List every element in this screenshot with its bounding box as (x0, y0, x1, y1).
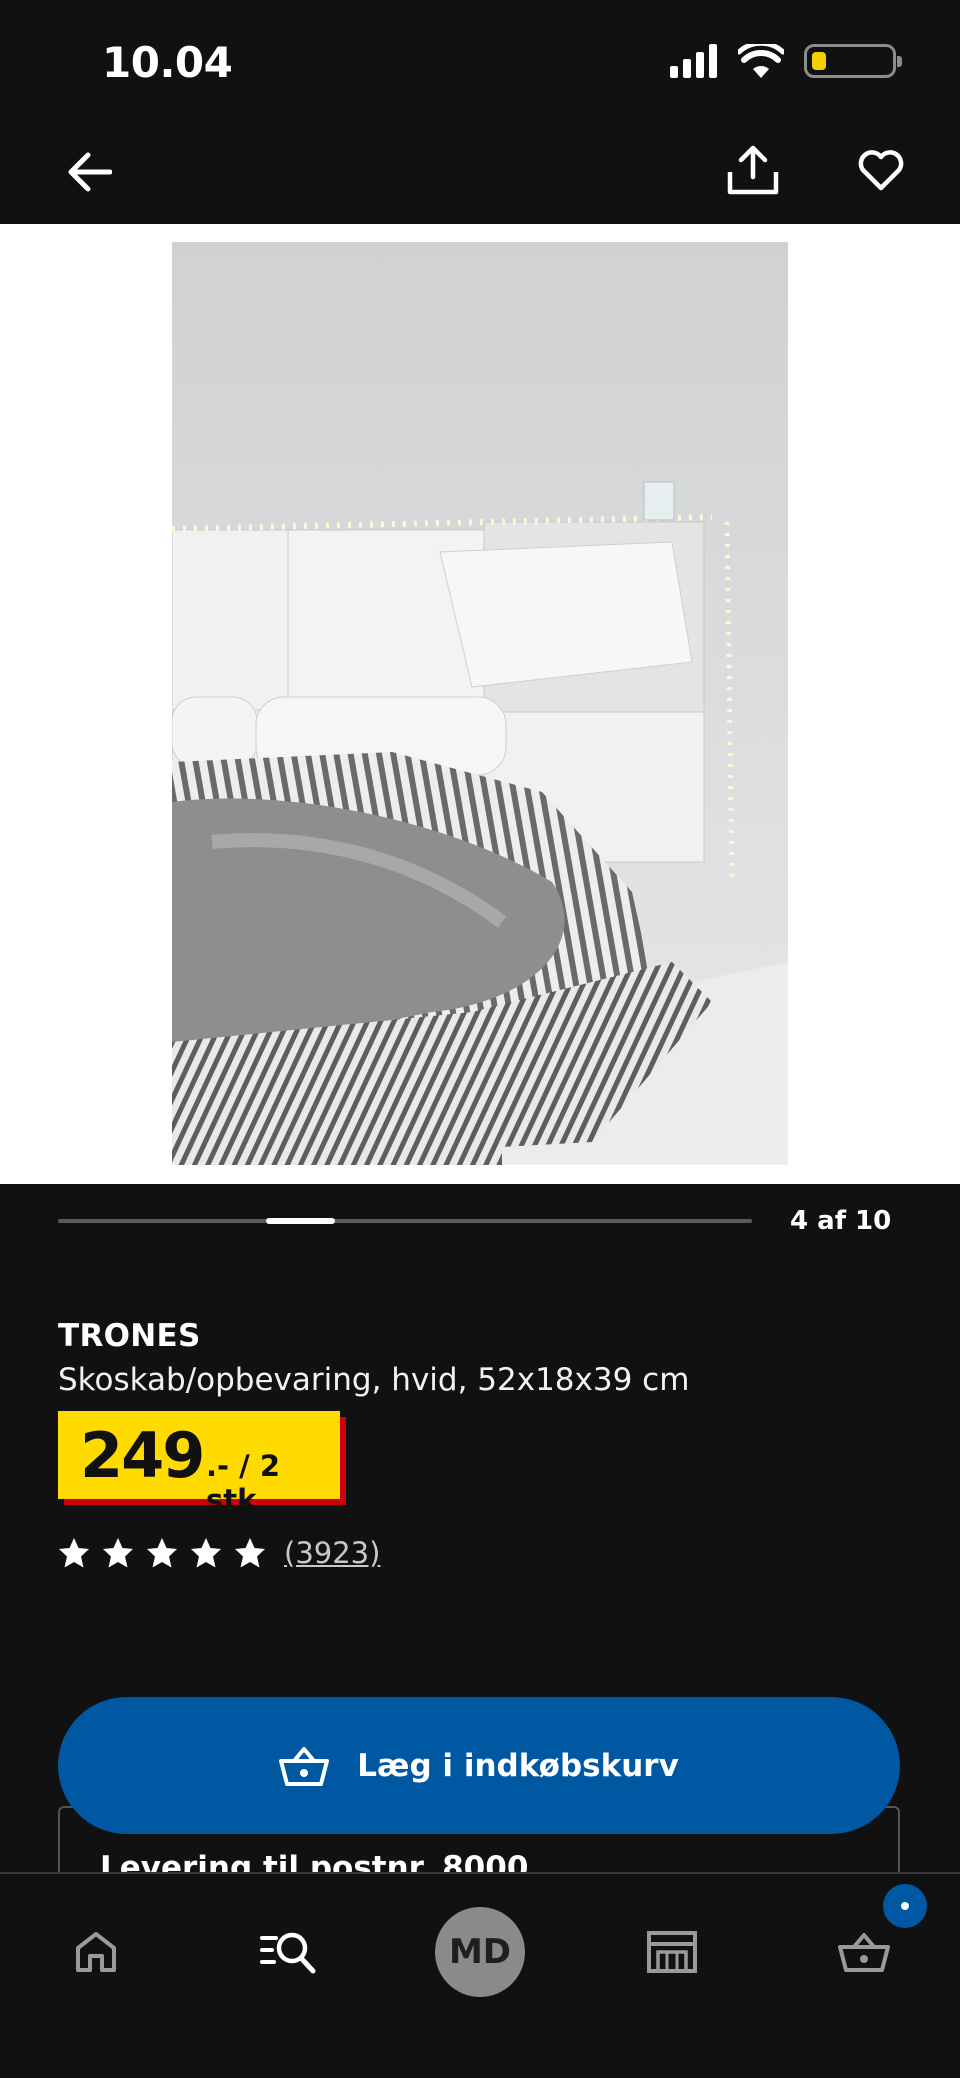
back-arrow-icon (68, 152, 112, 192)
cart-badge (880, 1881, 930, 1931)
review-count-link[interactable]: (3923) (284, 1536, 380, 1570)
product-name: TRONES (58, 1318, 201, 1354)
status-icons (670, 44, 902, 78)
star-icon (235, 1538, 265, 1568)
cart-icon (838, 1933, 890, 1972)
product-image[interactable] (172, 242, 788, 1165)
battery-icon (804, 44, 902, 78)
tab-stores[interactable] (622, 1902, 722, 2002)
wifi-icon (738, 44, 784, 78)
image-carousel-indicator: 4 af 10 (0, 1184, 960, 1264)
star-icon (191, 1538, 221, 1568)
tab-home[interactable] (46, 1902, 146, 2002)
share-icon (727, 145, 779, 195)
back-button[interactable] (62, 144, 118, 200)
favorite-button[interactable] (852, 140, 910, 200)
price-value: 249 (80, 1419, 205, 1492)
price-tag: 249 .- / 2 stk (58, 1411, 340, 1517)
bedroom-photo (172, 242, 788, 1165)
star-icon (147, 1538, 177, 1568)
home-icon (76, 1932, 116, 1972)
product-description: Skoskab/opbevaring, hvid, 52x18x39 cm (58, 1362, 690, 1398)
star-icon (103, 1538, 133, 1568)
product-image-area (0, 224, 960, 1184)
carousel-track[interactable] (58, 1218, 752, 1224)
signal-icon (670, 44, 717, 78)
image-counter: 4 af 10 (790, 1206, 892, 1236)
status-bar: 10.04 (0, 0, 960, 120)
price-suffix: .- / 2 stk (206, 1449, 281, 1517)
store-icon (647, 1931, 697, 1973)
carousel-thumb[interactable] (266, 1218, 335, 1224)
status-time: 10.04 (102, 38, 233, 87)
bottom-tab-bar: MD (0, 1872, 960, 2078)
product-rating[interactable]: (3923) (58, 1536, 380, 1570)
add-to-cart-label: Læg i indkøbskurv (357, 1747, 679, 1784)
cart-badge-dot (901, 1902, 909, 1910)
basket-icon (279, 1746, 330, 1786)
heart-icon (858, 150, 904, 191)
search-icon (260, 1932, 316, 1974)
star-icon (59, 1538, 89, 1568)
tab-profile[interactable]: MD (430, 1902, 530, 2002)
add-to-cart-button[interactable]: Læg i indkøbskurv (58, 1697, 900, 1834)
share-button[interactable] (724, 140, 782, 200)
tab-search[interactable] (238, 1902, 338, 2002)
top-nav (0, 120, 960, 224)
profile-avatar: MD (435, 1907, 525, 1997)
